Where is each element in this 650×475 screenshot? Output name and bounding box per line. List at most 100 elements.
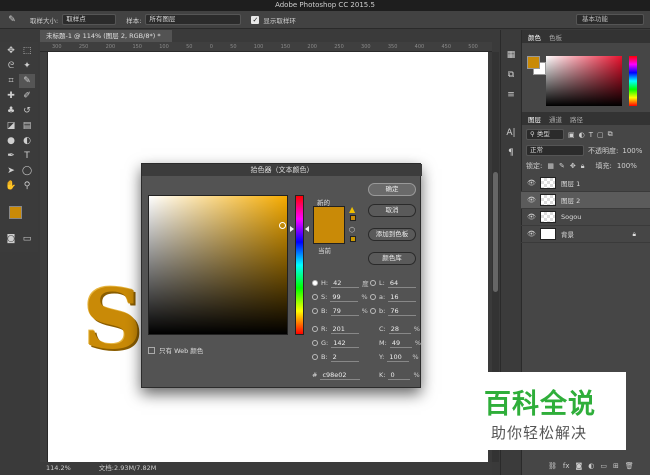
lasso-tool-icon[interactable]: ᘓ	[3, 59, 19, 73]
shape-tool-icon[interactable]: ◯	[19, 164, 35, 178]
screen-mode-icon[interactable]: ▭	[19, 232, 35, 246]
filter-smart-icon[interactable]: ⧉	[608, 130, 613, 139]
red-radio[interactable]	[312, 325, 318, 332]
brightness-input[interactable]: 79	[330, 306, 359, 316]
layer-row[interactable]: 👁︎ 图层 1	[521, 175, 650, 192]
red-input[interactable]: 201	[330, 324, 359, 334]
gradient-tool-icon[interactable]: ▤	[19, 119, 35, 133]
layer-row[interactable]: 👁︎ 图层 2	[521, 192, 650, 209]
show-sampling-ring-checkbox[interactable]: ✓	[251, 15, 260, 24]
color-field-marker[interactable]	[279, 222, 286, 229]
web-safe-cube-icon[interactable]: ⬡	[349, 226, 355, 234]
ok-button[interactable]: 确定	[368, 183, 416, 196]
b-channel-input[interactable]: 76	[388, 306, 417, 316]
path-select-tool-icon[interactable]: ➤	[3, 164, 19, 178]
eye-icon[interactable]: 👁︎	[527, 196, 536, 204]
cyan-input[interactable]: 28	[388, 324, 411, 334]
clone-stamp-tool-icon[interactable]: ♣	[3, 104, 19, 118]
quick-mask-icon[interactable]: ◙	[3, 232, 19, 246]
tab-paths[interactable]: 路径	[570, 114, 583, 124]
blue-input[interactable]: 2	[330, 352, 359, 362]
b-channel-radio[interactable]	[370, 307, 376, 314]
hex-input[interactable]: c98e02	[320, 370, 361, 380]
color-panel-foreground-chip[interactable]	[527, 56, 540, 69]
history-brush-tool-icon[interactable]: ↺	[19, 104, 35, 118]
lightness-radio[interactable]	[370, 279, 376, 286]
saturation-input[interactable]: 99	[330, 292, 359, 302]
type-tool-icon[interactable]: T	[19, 149, 35, 163]
move-tool-icon[interactable]: ✥	[3, 44, 19, 58]
quick-select-tool-icon[interactable]: ✦	[19, 59, 35, 73]
hue-slider[interactable]	[295, 195, 304, 335]
add-mask-icon[interactable]: ◙	[576, 462, 583, 470]
lightness-input[interactable]: 64	[387, 278, 416, 288]
eye-icon[interactable]: 👁︎	[527, 230, 536, 238]
properties-panel-icon[interactable]: ⧉	[503, 68, 519, 82]
eyedropper-tool-preset-icon[interactable]: ✎	[4, 13, 20, 27]
filter-type-icon[interactable]: T	[589, 131, 593, 139]
magenta-input[interactable]: 49	[389, 338, 412, 348]
paragraph-panel-icon[interactable]: ¶	[503, 146, 519, 160]
lock-move-icon[interactable]: ✥	[570, 162, 576, 170]
only-web-colors-checkbox[interactable]	[148, 346, 155, 354]
link-layers-icon[interactable]: ⛓	[548, 462, 557, 470]
current-color-swatch[interactable]	[313, 226, 345, 244]
new-layer-icon[interactable]: ⊞	[613, 462, 619, 470]
add-to-swatches-button[interactable]: 添加到色板	[368, 228, 416, 241]
tab-layers[interactable]: 图层	[528, 114, 541, 124]
lock-pixels-icon[interactable]: ▦	[547, 162, 554, 170]
crop-tool-icon[interactable]: ⌗	[3, 74, 19, 88]
brightness-radio[interactable]	[312, 307, 318, 314]
tab-color[interactable]: 颜色	[528, 32, 541, 42]
hand-tool-icon[interactable]: ✋	[3, 179, 19, 193]
sample-dropdown[interactable]: 所有图层	[145, 14, 242, 25]
color-panel-spectrum[interactable]	[546, 56, 622, 106]
eyedropper-tool-icon[interactable]: ✎	[19, 74, 35, 88]
blur-tool-icon[interactable]: ●	[3, 134, 19, 148]
opacity-value[interactable]: 100%	[622, 147, 642, 155]
lock-paint-icon[interactable]: ✎	[559, 162, 565, 170]
eraser-tool-icon[interactable]: ◪	[3, 119, 19, 133]
zoom-tool-icon[interactable]: ⚲	[19, 179, 35, 193]
green-radio[interactable]	[312, 339, 318, 346]
history-panel-icon[interactable]: ▦	[503, 48, 519, 62]
hue-radio[interactable]	[312, 279, 318, 286]
layer-row[interactable]: 👁︎ 背景 🔒︎	[521, 226, 650, 243]
marquee-tool-icon[interactable]: ⬚	[19, 44, 35, 58]
eye-icon[interactable]: 👁︎	[527, 213, 536, 221]
saturation-brightness-field[interactable]	[148, 195, 288, 335]
saturation-radio[interactable]	[312, 293, 318, 300]
cancel-button[interactable]: 取消	[368, 204, 416, 217]
hue-slider-left-arrow[interactable]	[290, 226, 294, 232]
healing-brush-tool-icon[interactable]: ✚	[3, 89, 19, 103]
black-input[interactable]: 0	[388, 370, 411, 380]
hue-slider-right-arrow[interactable]	[305, 226, 309, 232]
workspace-switcher[interactable]: 基本功能	[576, 14, 644, 25]
lock-all-icon[interactable]: 🔒︎	[581, 162, 585, 171]
tab-swatches[interactable]: 色板	[549, 32, 562, 42]
new-group-icon[interactable]: ▭	[600, 462, 607, 470]
a-channel-input[interactable]: 16	[388, 292, 417, 302]
gamut-correction-swatch[interactable]	[350, 215, 356, 221]
adjustments-panel-icon[interactable]: ≡	[503, 88, 519, 102]
eye-icon[interactable]: 👁︎	[527, 179, 536, 187]
sample-size-dropdown[interactable]: 取样点	[62, 14, 117, 25]
color-libraries-button[interactable]: 颜色库	[368, 252, 416, 265]
out-of-gamut-warning-icon[interactable]: ▲	[349, 205, 355, 214]
character-panel-icon[interactable]: A|	[503, 126, 519, 140]
blue-radio[interactable]	[312, 353, 318, 360]
a-channel-radio[interactable]	[370, 293, 376, 300]
color-panel-hue-slider[interactable]	[629, 56, 637, 106]
green-input[interactable]: 142	[331, 338, 360, 348]
yellow-input[interactable]: 100	[387, 352, 410, 362]
foreground-color-swatch[interactable]	[9, 206, 22, 219]
document-tab[interactable]: 未标题-1 @ 114% (图层 2, RGB/8*) *	[40, 30, 172, 42]
blend-mode-dropdown[interactable]: 正常	[526, 145, 584, 156]
dodge-tool-icon[interactable]: ◐	[19, 134, 35, 148]
delete-layer-icon[interactable]: 🗑︎	[625, 462, 634, 470]
web-safe-swatch[interactable]	[350, 236, 356, 242]
layer-row[interactable]: 👁︎ Sogou	[521, 209, 650, 226]
scrollbar-thumb[interactable]	[493, 172, 498, 292]
hue-input[interactable]: 42	[331, 278, 360, 288]
brush-tool-icon[interactable]: ✐	[19, 89, 35, 103]
